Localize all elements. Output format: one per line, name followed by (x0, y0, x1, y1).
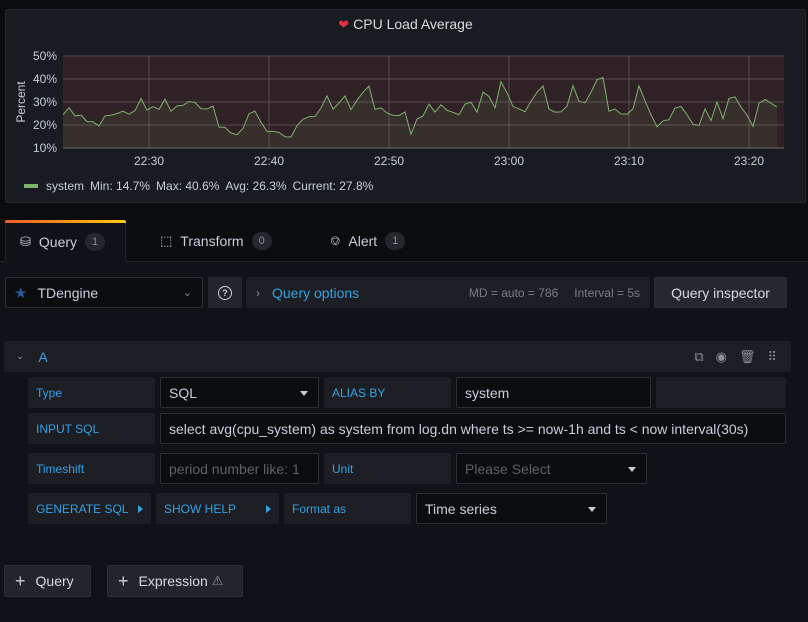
tab-alert-label: Alert (348, 233, 378, 249)
add-query-button[interactable]: + Query (4, 565, 91, 597)
add-query-label: Query (35, 573, 74, 589)
caret-down-icon (300, 391, 308, 396)
transform-icon: ⬚ (160, 233, 173, 248)
caret-right-icon (266, 505, 271, 513)
x-tick-label: 23:10 (614, 154, 644, 168)
type-select-value: SQL (169, 384, 198, 401)
y-tick-label: 50% (33, 49, 57, 63)
sql-input[interactable]: select avg(cpu_system) as system from lo… (160, 413, 786, 444)
legend-min: Min: 14.7% (90, 179, 151, 193)
x-tick-label: 23:00 (494, 154, 524, 168)
eye-icon[interactable]: ◉ (716, 349, 727, 365)
unit-select[interactable]: Please Select (456, 453, 647, 484)
y-tick-label: 20% (33, 118, 57, 132)
duplicate-query-icon[interactable]: ⧉ (694, 349, 703, 365)
x-tick-label: 22:40 (254, 154, 284, 168)
tab-alert[interactable]: ⎊ Alert 1 (316, 220, 419, 262)
caret-down-icon (628, 467, 636, 472)
warning-triangle-icon: ⚠ (211, 573, 224, 588)
query-options-toggle[interactable]: › Query options MD = auto = 786 Interval… (246, 277, 650, 308)
add-expression-label: Expression (138, 573, 208, 589)
caret-down-icon (588, 507, 596, 512)
cpu-load-chart[interactable]: 10% 20% 30% 40% 50% 22:30 22:40 22:50 23:00 23:10… (6, 10, 807, 204)
unit-label: Unit (324, 453, 451, 484)
question-circle-icon: ? (218, 285, 232, 300)
tab-query[interactable]: ⛁ Query 1 (5, 220, 126, 262)
y-tick-label: 40% (33, 72, 57, 86)
query-inspector-button[interactable]: Query inspector (654, 277, 787, 308)
database-icon: ⛁ (20, 233, 31, 249)
tab-transform-label: Transform (180, 233, 244, 249)
y-tick-label: 30% (33, 95, 57, 109)
row-filler (656, 377, 786, 408)
show-help-toggle[interactable]: SHOW HELP (156, 493, 279, 524)
x-tick-label: 22:50 (374, 154, 404, 168)
editor-tabs: ⛁ Query 1 ⬚ Transform 0 ⎊ Alert 1 (0, 212, 808, 262)
bell-icon: ⎊ (330, 233, 341, 248)
legend-max: Max: 40.6% (156, 179, 220, 193)
drag-handle-icon[interactable]: ⠿ (767, 349, 777, 365)
format-as-select[interactable]: Time series (416, 493, 607, 524)
add-expression-button[interactable]: + Expression ⚠ (107, 565, 243, 597)
show-help-label: SHOW HELP (164, 501, 237, 516)
collapse-chevron-icon[interactable]: ⌄ (16, 351, 24, 362)
generate-sql-label: GENERATE SQL (36, 501, 129, 516)
min-interval: Interval = 5s (574, 285, 640, 300)
datasource-name: TDengine (37, 284, 99, 301)
timeshift-label: Timeshift (28, 453, 155, 484)
y-tick-label: 10% (33, 141, 57, 155)
x-tick-label: 23:20 (734, 154, 764, 168)
type-select[interactable]: SQL (160, 377, 319, 408)
legend-series-name[interactable]: system (46, 179, 84, 193)
plus-icon: + (15, 571, 26, 591)
unit-select-placeholder: Please Select (465, 460, 551, 477)
tab-transform[interactable]: ⬚ Transform 0 (146, 220, 286, 262)
y-axis-label: Percent (14, 81, 28, 123)
tab-alert-count: 1 (385, 232, 406, 250)
query-options-label: Query options (272, 284, 360, 301)
chevron-right-icon: › (256, 285, 260, 300)
tab-query-label: Query (38, 233, 78, 250)
legend-avg: Avg: 26.3% (225, 179, 287, 193)
max-data-points: MD = auto = 786 (468, 285, 559, 300)
graph-panel: ❤ CPU Load Average 10% 20% 30% 40% 50% 22:30 22… (5, 9, 806, 203)
type-label: Type (28, 377, 155, 408)
panel-preview-area: ❤ CPU Load Average 10% 20% 30% 40% 50% 22:30 22… (0, 0, 808, 212)
tdengine-logo-icon: ★ (14, 284, 28, 302)
chevron-down-icon: ⌄ (182, 287, 192, 299)
legend-current: Current: 27.8% (292, 179, 374, 193)
query-editor: ★ TDengine ⌄ ? › Query options MD = auto… (0, 262, 808, 622)
caret-right-icon (138, 505, 143, 513)
trash-icon[interactable]: 🗑 (739, 349, 756, 365)
x-tick-label: 22:30 (134, 154, 164, 168)
chart-legend: system Min: 14.7% Max: 40.6% Avg: 26.3% … (24, 179, 373, 193)
datasource-help-button[interactable]: ? (208, 277, 242, 308)
timeshift-input[interactable]: period number like: 1 (160, 453, 319, 484)
generate-sql-toggle[interactable]: GENERATE SQL (28, 493, 151, 524)
alias-by-label: ALIAS BY (324, 377, 451, 408)
tab-transform-count: 0 (251, 232, 272, 250)
format-as-label: Format as (284, 493, 411, 524)
query-row-header: ⌄ A ⧉ ◉ 🗑 ⠿ (4, 341, 791, 372)
alias-by-input[interactable]: system (456, 377, 651, 408)
query-ref-id[interactable]: A (38, 349, 47, 365)
input-sql-label: INPUT SQL (28, 413, 155, 444)
legend-series-swatch[interactable] (24, 184, 38, 188)
tab-query-count: 1 (85, 232, 106, 251)
datasource-picker[interactable]: ★ TDengine ⌄ (5, 277, 203, 308)
format-as-value: Time series (425, 500, 497, 517)
plus-icon: + (118, 571, 129, 591)
